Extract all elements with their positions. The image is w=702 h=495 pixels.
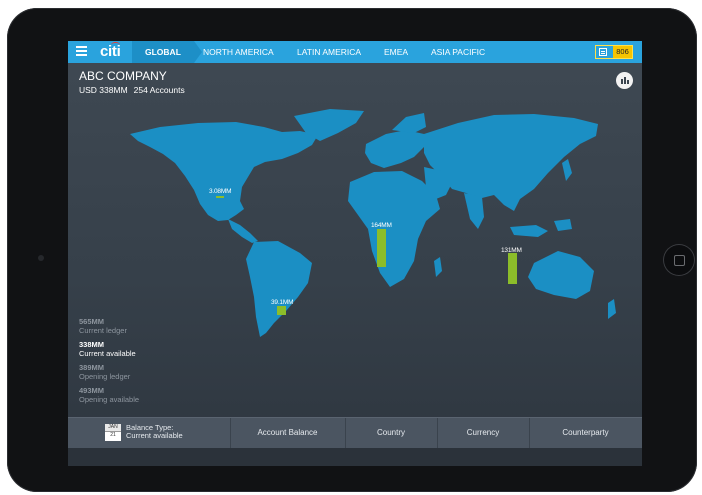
camera-icon [38,255,44,261]
tab-country[interactable]: Country [345,418,437,448]
stat-value: 565MM [79,317,105,326]
list-icon [599,48,607,56]
tab-counterparty[interactable]: Counterparty [529,418,642,448]
stat-current-ledger[interactable]: 565MM Current ledger [79,317,139,335]
balance-type-value: Current available [126,431,183,440]
marker-label-emea: 164MM [371,222,392,229]
notification-count: 806 [613,46,632,58]
account-count: 254 Accounts [133,85,185,95]
stat-value: 338MM [79,340,105,349]
stat-label: Current available [79,349,136,358]
stat-current-available[interactable]: 338MM Current available [79,340,139,358]
top-nav: citi GLOBAL NORTH AMERICA LATIN AMERICA … [68,41,642,63]
menu-icon[interactable] [76,46,87,58]
stat-label: Opening available [79,395,140,404]
world-map: 3.08MM 39.1MM 164MM 131MM [68,101,642,341]
tab-asia-pacific[interactable]: ASIA PACIFIC [431,41,485,63]
calendar-day: 21 [110,432,116,438]
tab-account-balance[interactable]: Account Balance [230,418,345,448]
stat-value: 389MM [79,363,105,372]
bottom-toolbar: JAN 21 Balance Type: Current available A… [68,417,642,448]
home-button[interactable] [663,244,695,276]
tab-global[interactable]: GLOBAL [132,41,202,63]
marker-bar-asia-pacific[interactable] [508,253,517,284]
tab-currency[interactable]: Currency [437,418,529,448]
world-map-graphic [130,109,616,337]
stat-opening-ledger[interactable]: 389MM Opening ledger [79,363,139,381]
calendar-icon[interactable]: JAN 21 [105,424,121,441]
stat-label: Current ledger [79,326,127,335]
logo-arc-icon [111,42,120,48]
marker-label-north-america: 3.08MM [209,188,232,195]
stat-value: 493MM [79,386,105,395]
tab-latin-america[interactable]: LATIN AMERICA [297,41,361,63]
bar-chart-icon[interactable] [616,72,633,89]
notifications-button[interactable]: 806 [595,45,633,59]
marker-bar-emea[interactable] [377,229,386,267]
total-balance: USD 338MM [79,85,128,95]
balance-type-selector[interactable]: Balance Type: Current available [126,424,183,440]
app-screen: citi GLOBAL NORTH AMERICA LATIN AMERICA … [68,41,642,466]
marker-bar-latin-america[interactable] [277,306,286,315]
tab-emea[interactable]: EMEA [384,41,408,63]
marker-label-latin-america: 39.1MM [271,299,294,306]
account-summary: USD 338MM 254 Accounts [79,85,185,95]
tab-north-america[interactable]: NORTH AMERICA [203,41,274,63]
marker-bar-north-america[interactable] [216,196,224,198]
footer-bar [68,448,642,466]
company-name: ABC COMPANY [79,69,167,83]
stat-opening-available[interactable]: 493MM Opening available [79,386,139,404]
stat-label: Opening ledger [79,372,131,381]
balance-stats: 565MM Current ledger 338MM Current avail… [79,317,139,409]
calendar-month: JAN [105,424,121,432]
